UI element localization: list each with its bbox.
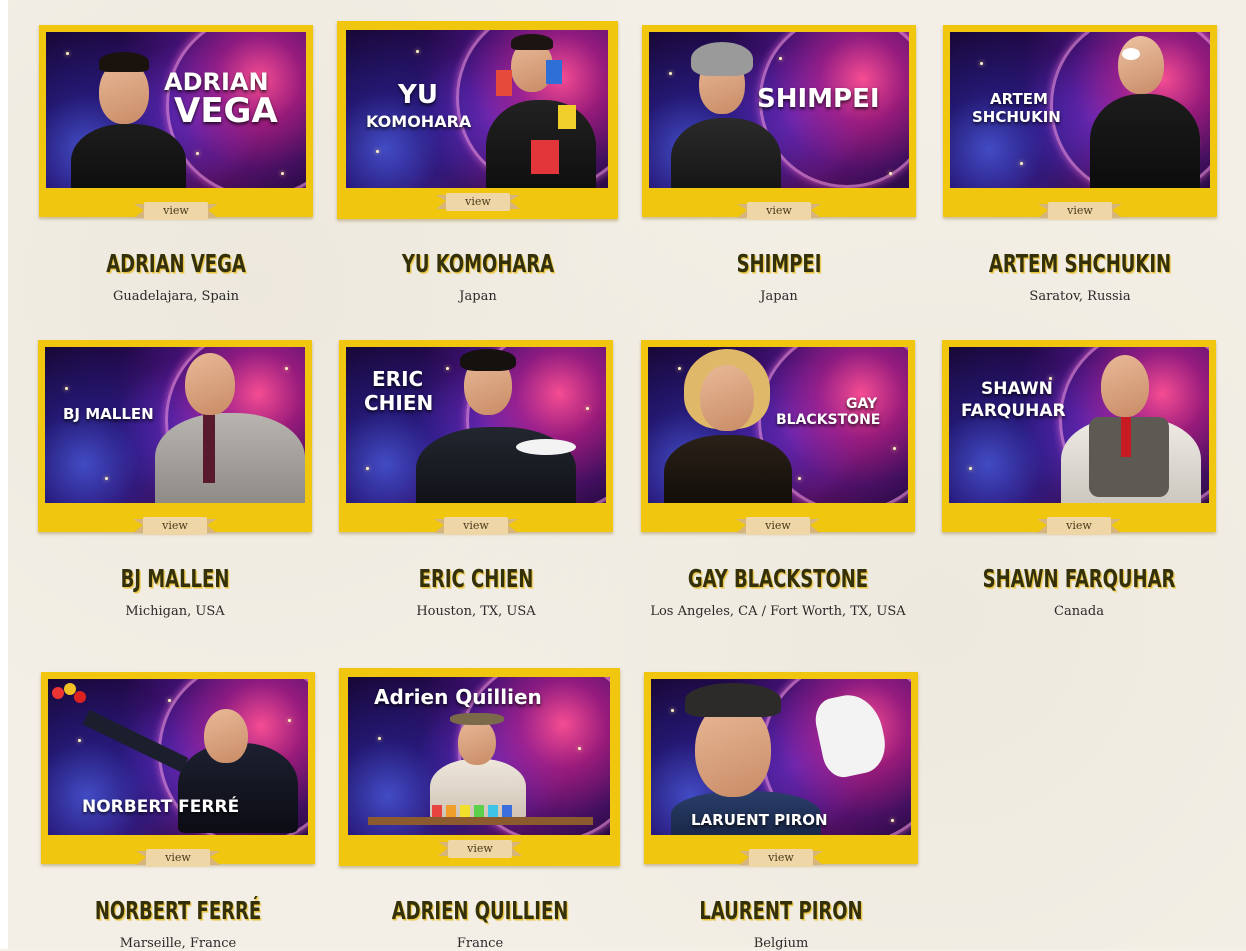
- photo-title-line: Shimpei: [757, 84, 880, 114]
- artist-photo[interactable]: Yu Komohara: [346, 30, 608, 188]
- artist-location: Los Angeles, CA / Fort Worth, TX, USA: [650, 604, 906, 619]
- view-button[interactable]: view: [737, 200, 821, 224]
- view-button[interactable]: view: [739, 847, 823, 871]
- view-label: view: [465, 195, 491, 208]
- view-label: view: [463, 519, 489, 532]
- artist-location: Canada: [1054, 604, 1104, 619]
- view-label: view: [766, 204, 792, 217]
- photo-title-line: Laruent Piron: [691, 811, 828, 829]
- artist-name[interactable]: ADRIAN VEGA: [66, 249, 285, 278]
- view-button[interactable]: view: [134, 200, 218, 224]
- artist-photo-frame[interactable]: Shimpei view: [642, 25, 916, 220]
- view-label: view: [163, 204, 189, 217]
- view-label: view: [765, 519, 791, 532]
- view-button[interactable]: view: [438, 838, 522, 862]
- view-label: view: [467, 842, 493, 855]
- photo-title-line: Adrien Quillien: [374, 685, 542, 709]
- photo-title-line: Gay: [846, 396, 878, 412]
- artist-photo[interactable]: Gay Blackstone: [648, 347, 908, 503]
- view-button[interactable]: view: [1037, 515, 1121, 539]
- artist-photo-frame[interactable]: Eric Chien view: [339, 340, 613, 535]
- artist-name[interactable]: SHAWN FARQUHAR: [969, 564, 1188, 593]
- photo-title-line: Norbert Ferré: [82, 797, 240, 817]
- artist-location: Michigan, USA: [125, 604, 225, 619]
- photo-title-line: BJ Mallen: [63, 405, 154, 423]
- artist-photo-frame[interactable]: Gay Blackstone view: [641, 340, 915, 535]
- artist-name[interactable]: NORBERT FERRÉ: [68, 896, 287, 925]
- view-label: view: [1066, 519, 1092, 532]
- artist-photo[interactable]: Laruent Piron: [651, 679, 911, 835]
- view-button[interactable]: view: [436, 191, 520, 215]
- artist-photo[interactable]: BJ Mallen: [45, 347, 305, 503]
- photo-title-line: Blackstone: [776, 412, 881, 428]
- view-button[interactable]: view: [1038, 200, 1122, 224]
- artist-name[interactable]: BJ MALLEN: [65, 564, 284, 593]
- artist-name[interactable]: SHIMPEI: [669, 249, 888, 278]
- artist-photo-frame[interactable]: Artem Shchukin view: [943, 25, 1217, 220]
- photo-title-line: Shchukin: [972, 108, 1061, 126]
- view-button[interactable]: view: [736, 515, 820, 539]
- photo-title-line: Eric: [372, 367, 424, 391]
- artist-photo[interactable]: Adrien Quillien: [348, 677, 610, 835]
- artist-name[interactable]: LAURENT PIRON: [671, 896, 890, 925]
- photo-title-line: Chien: [364, 391, 434, 415]
- view-button[interactable]: view: [434, 515, 518, 539]
- artist-photo-frame[interactable]: Laruent Piron view: [644, 672, 918, 867]
- artist-photo[interactable]: Norbert Ferré: [48, 679, 308, 835]
- artist-name[interactable]: ARTEM SHCHUKIN: [970, 249, 1189, 278]
- photo-title-line: Komohara: [366, 112, 472, 131]
- artist-photo[interactable]: Shimpei: [649, 32, 909, 188]
- artist-photo-frame[interactable]: Norbert Ferré view: [41, 672, 315, 867]
- photo-title-line: Yu: [398, 80, 438, 110]
- view-label: view: [1067, 204, 1093, 217]
- artist-location: Houston, TX, USA: [416, 604, 536, 619]
- artist-name[interactable]: GAY BLACKSTONE: [668, 564, 887, 593]
- artist-location: Japan: [459, 289, 497, 304]
- view-label: view: [165, 851, 191, 864]
- artist-location: Guadelajara, Spain: [113, 289, 239, 304]
- view-button[interactable]: view: [133, 515, 217, 539]
- artist-location: Saratov, Russia: [1029, 289, 1131, 304]
- artist-photo-frame[interactable]: Adrian Vega view: [39, 25, 313, 220]
- view-label: view: [768, 851, 794, 864]
- view-button[interactable]: view: [136, 847, 220, 871]
- view-label: view: [162, 519, 188, 532]
- artist-name[interactable]: ADRIEN QUILLIEN: [370, 896, 589, 925]
- artist-photo[interactable]: Eric Chien: [346, 347, 606, 503]
- artist-photo-frame[interactable]: Yu Komohara view: [337, 21, 618, 219]
- artist-photo-frame[interactable]: BJ Mallen view: [38, 340, 312, 535]
- artist-photo[interactable]: Artem Shchukin: [950, 32, 1210, 188]
- page-left-edge: [0, 0, 8, 949]
- photo-title-line: Vega: [174, 91, 278, 131]
- artist-photo[interactable]: Shawn Farquhar: [949, 347, 1209, 503]
- artist-name[interactable]: YU KOMOHARA: [368, 249, 587, 278]
- artist-name[interactable]: ERIC CHIEN: [366, 564, 585, 593]
- artist-photo-frame[interactable]: Adrien Quillien view: [339, 668, 620, 866]
- artist-location: Japan: [760, 289, 798, 304]
- photo-title-line: Artem: [990, 90, 1048, 108]
- artist-photo-frame[interactable]: Shawn Farquhar view: [942, 340, 1216, 535]
- photo-title-line: Farquhar: [961, 401, 1066, 421]
- photo-title-line: Shawn: [981, 379, 1053, 399]
- artist-photo[interactable]: Adrian Vega: [46, 32, 306, 188]
